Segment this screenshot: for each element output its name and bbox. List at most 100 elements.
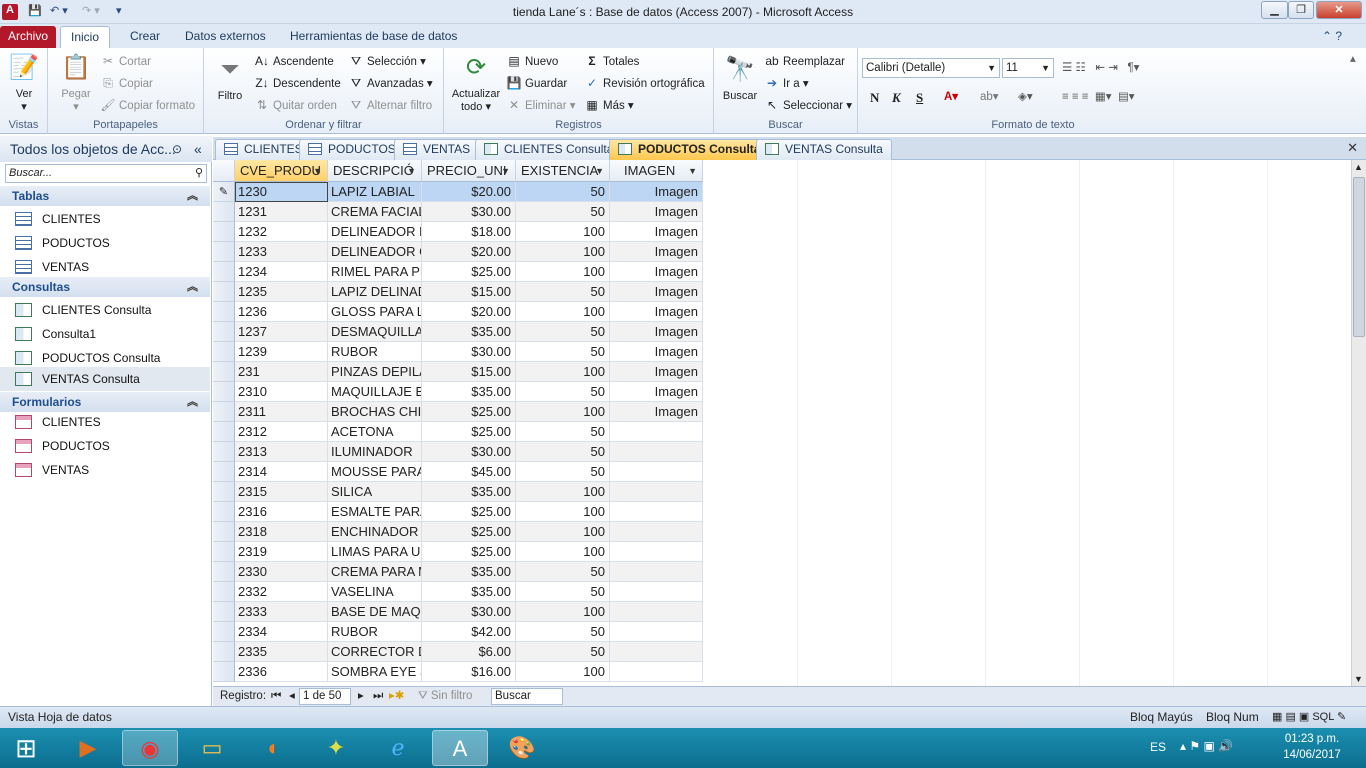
cell-descripcion[interactable]: BASE DE MAQU bbox=[328, 602, 422, 622]
cell-cve[interactable]: 2314 bbox=[235, 462, 328, 482]
totales-button[interactable]: Σ Totales bbox=[584, 52, 639, 70]
cell-cve[interactable]: 1239 bbox=[235, 342, 328, 362]
cell-precio[interactable]: $15.00 bbox=[422, 282, 516, 302]
cell-existencia[interactable]: 50 bbox=[516, 182, 610, 202]
cell-cve[interactable]: 2312 bbox=[235, 422, 328, 442]
view-switch-icons[interactable]: ▦ ▤ ▣ SQL ✎ bbox=[1272, 707, 1346, 728]
tab-inicio[interactable]: Inicio bbox=[60, 26, 111, 48]
reemplazar-button[interactable]: ab Reemplazar bbox=[764, 52, 845, 70]
cell-precio[interactable]: $30.00 bbox=[422, 602, 516, 622]
nav-menu-icon[interactable]: ⊙ bbox=[172, 136, 182, 162]
guardar-button[interactable]: 💾 Guardar bbox=[506, 74, 568, 92]
dropdown-arrow-icon[interactable]: ▼ bbox=[688, 160, 697, 181]
ir-a-button[interactable]: ➔ Ir a ▾ bbox=[764, 74, 809, 92]
cell-imagen[interactable]: Imagen bbox=[610, 402, 703, 422]
cell-descripcion[interactable]: MAQUILLAJE B. bbox=[328, 382, 422, 402]
search-icon[interactable]: ⚲ bbox=[195, 165, 203, 182]
cell-imagen[interactable] bbox=[610, 582, 703, 602]
copiar-formato-button[interactable]: 🖌 Copiar formato bbox=[100, 96, 195, 114]
cell-imagen[interactable] bbox=[610, 642, 703, 662]
nav-item-table-ventas[interactable]: VENTAS bbox=[0, 255, 210, 279]
row-selector[interactable] bbox=[213, 382, 235, 402]
doc-tab-ventas-consulta[interactable]: VENTAS Consulta bbox=[756, 139, 892, 160]
cell-existencia[interactable]: 100 bbox=[516, 242, 610, 262]
cell-descripcion[interactable]: DELINEADOR L bbox=[328, 222, 422, 242]
ribbon-scroll-icon[interactable]: ▴ bbox=[1350, 50, 1356, 68]
row-selector[interactable] bbox=[213, 342, 235, 362]
col-header-descripcion[interactable]: DESCRIPCIÓ ▼ bbox=[328, 160, 422, 182]
cell-precio[interactable]: $35.00 bbox=[422, 562, 516, 582]
cell-imagen[interactable] bbox=[610, 462, 703, 482]
cell-descripcion[interactable]: ENCHINADOR bbox=[328, 522, 422, 542]
cell-imagen[interactable]: Imagen bbox=[610, 182, 703, 202]
copiar-button[interactable]: ⎘ Copiar bbox=[100, 74, 153, 92]
col-header-imagen[interactable]: IMAGEN ▼ bbox=[610, 160, 703, 182]
cell-existencia[interactable]: 50 bbox=[516, 562, 610, 582]
cell-descripcion[interactable]: RUBOR bbox=[328, 342, 422, 362]
row-selector[interactable] bbox=[213, 402, 235, 422]
nav-search-input[interactable]: Buscar... ⚲ bbox=[5, 164, 207, 183]
doc-tab-clientes-consulta[interactable]: CLIENTES Consulta bbox=[475, 139, 623, 160]
cell-imagen[interactable]: Imagen bbox=[610, 222, 703, 242]
scroll-up-icon[interactable]: ▲ bbox=[1354, 162, 1363, 172]
cell-precio[interactable]: $42.00 bbox=[422, 622, 516, 642]
cell-existencia[interactable]: 50 bbox=[516, 582, 610, 602]
col-header-existencia[interactable]: EXISTENCIA ▼ bbox=[516, 160, 610, 182]
row-selector[interactable] bbox=[213, 542, 235, 562]
cell-existencia[interactable]: 50 bbox=[516, 382, 610, 402]
cell-existencia[interactable]: 50 bbox=[516, 322, 610, 342]
bold-button[interactable]: N bbox=[870, 90, 879, 106]
cell-imagen[interactable]: Imagen bbox=[610, 242, 703, 262]
cell-precio[interactable]: $45.00 bbox=[422, 462, 516, 482]
cell-descripcion[interactable]: RUBOR bbox=[328, 622, 422, 642]
cell-imagen[interactable] bbox=[610, 662, 703, 682]
cell-precio[interactable]: $15.00 bbox=[422, 362, 516, 382]
cell-imagen[interactable] bbox=[610, 522, 703, 542]
tab-datos-externos[interactable]: Datos externos bbox=[175, 26, 276, 48]
scroll-thumb[interactable] bbox=[1353, 177, 1365, 337]
collapse-pane-icon[interactable]: « bbox=[194, 136, 202, 162]
cell-cve[interactable]: 2318 bbox=[235, 522, 328, 542]
cell-imagen[interactable] bbox=[610, 542, 703, 562]
explorer-icon[interactable]: ▭ bbox=[184, 730, 240, 766]
ie-icon[interactable]: ℯ bbox=[370, 730, 426, 766]
cell-precio[interactable]: $30.00 bbox=[422, 442, 516, 462]
cell-cve[interactable]: 1232 bbox=[235, 222, 328, 242]
highlight-icon[interactable]: ab▾ bbox=[980, 88, 999, 106]
cell-imagen[interactable]: Imagen bbox=[610, 262, 703, 282]
cell-cve[interactable]: 2315 bbox=[235, 482, 328, 502]
filter-indicator[interactable]: ⛛ Sin filtro bbox=[418, 687, 472, 706]
tab-herramientas[interactable]: Herramientas de base de datos bbox=[280, 26, 467, 48]
doc-tab-clientes[interactable]: CLIENTES bbox=[215, 139, 312, 160]
row-selector[interactable] bbox=[213, 362, 235, 382]
cell-cve[interactable]: 2310 bbox=[235, 382, 328, 402]
section-tablas[interactable]: Tablas ︽ bbox=[0, 186, 210, 206]
list-icons[interactable]: ☰ ☷ ⇤ ⇥ ¶▾ bbox=[1062, 59, 1139, 77]
cell-descripcion[interactable]: CREMA PARA M bbox=[328, 562, 422, 582]
cell-descripcion[interactable]: BROCHAS CHIC bbox=[328, 402, 422, 422]
cell-existencia[interactable]: 50 bbox=[516, 642, 610, 662]
nav-item-query-clientes[interactable]: CLIENTES Consulta bbox=[0, 298, 210, 322]
dropdown-arrow-icon[interactable]: ▼ bbox=[407, 160, 416, 181]
underline-button[interactable]: S bbox=[916, 90, 923, 106]
row-selector[interactable] bbox=[213, 662, 235, 682]
vertical-scrollbar[interactable]: ▲ ▼ bbox=[1351, 160, 1366, 686]
actualizar-todo-button[interactable]: ⟳ Actualizar todo ▾ bbox=[448, 52, 504, 113]
col-header-precio[interactable]: PRECIO_UNI ▼ bbox=[422, 160, 516, 182]
cell-existencia[interactable]: 100 bbox=[516, 542, 610, 562]
row-selector[interactable] bbox=[213, 442, 235, 462]
row-selector[interactable] bbox=[213, 562, 235, 582]
cell-existencia[interactable]: 50 bbox=[516, 622, 610, 642]
cell-cve[interactable]: 2335 bbox=[235, 642, 328, 662]
cell-existencia[interactable]: 100 bbox=[516, 262, 610, 282]
cell-descripcion[interactable]: GLOSS PARA LA bbox=[328, 302, 422, 322]
app-icon[interactable]: ✦ bbox=[308, 730, 364, 766]
media-player-icon[interactable]: ▶ bbox=[60, 730, 116, 766]
cell-precio[interactable]: $35.00 bbox=[422, 482, 516, 502]
cell-existencia[interactable]: 100 bbox=[516, 482, 610, 502]
doc-tab-ventas[interactable]: VENTAS bbox=[394, 139, 480, 160]
row-selector[interactable] bbox=[213, 422, 235, 442]
cell-precio[interactable]: $25.00 bbox=[422, 402, 516, 422]
row-selector[interactable] bbox=[213, 482, 235, 502]
cortar-button[interactable]: ✂ Cortar bbox=[100, 52, 151, 70]
